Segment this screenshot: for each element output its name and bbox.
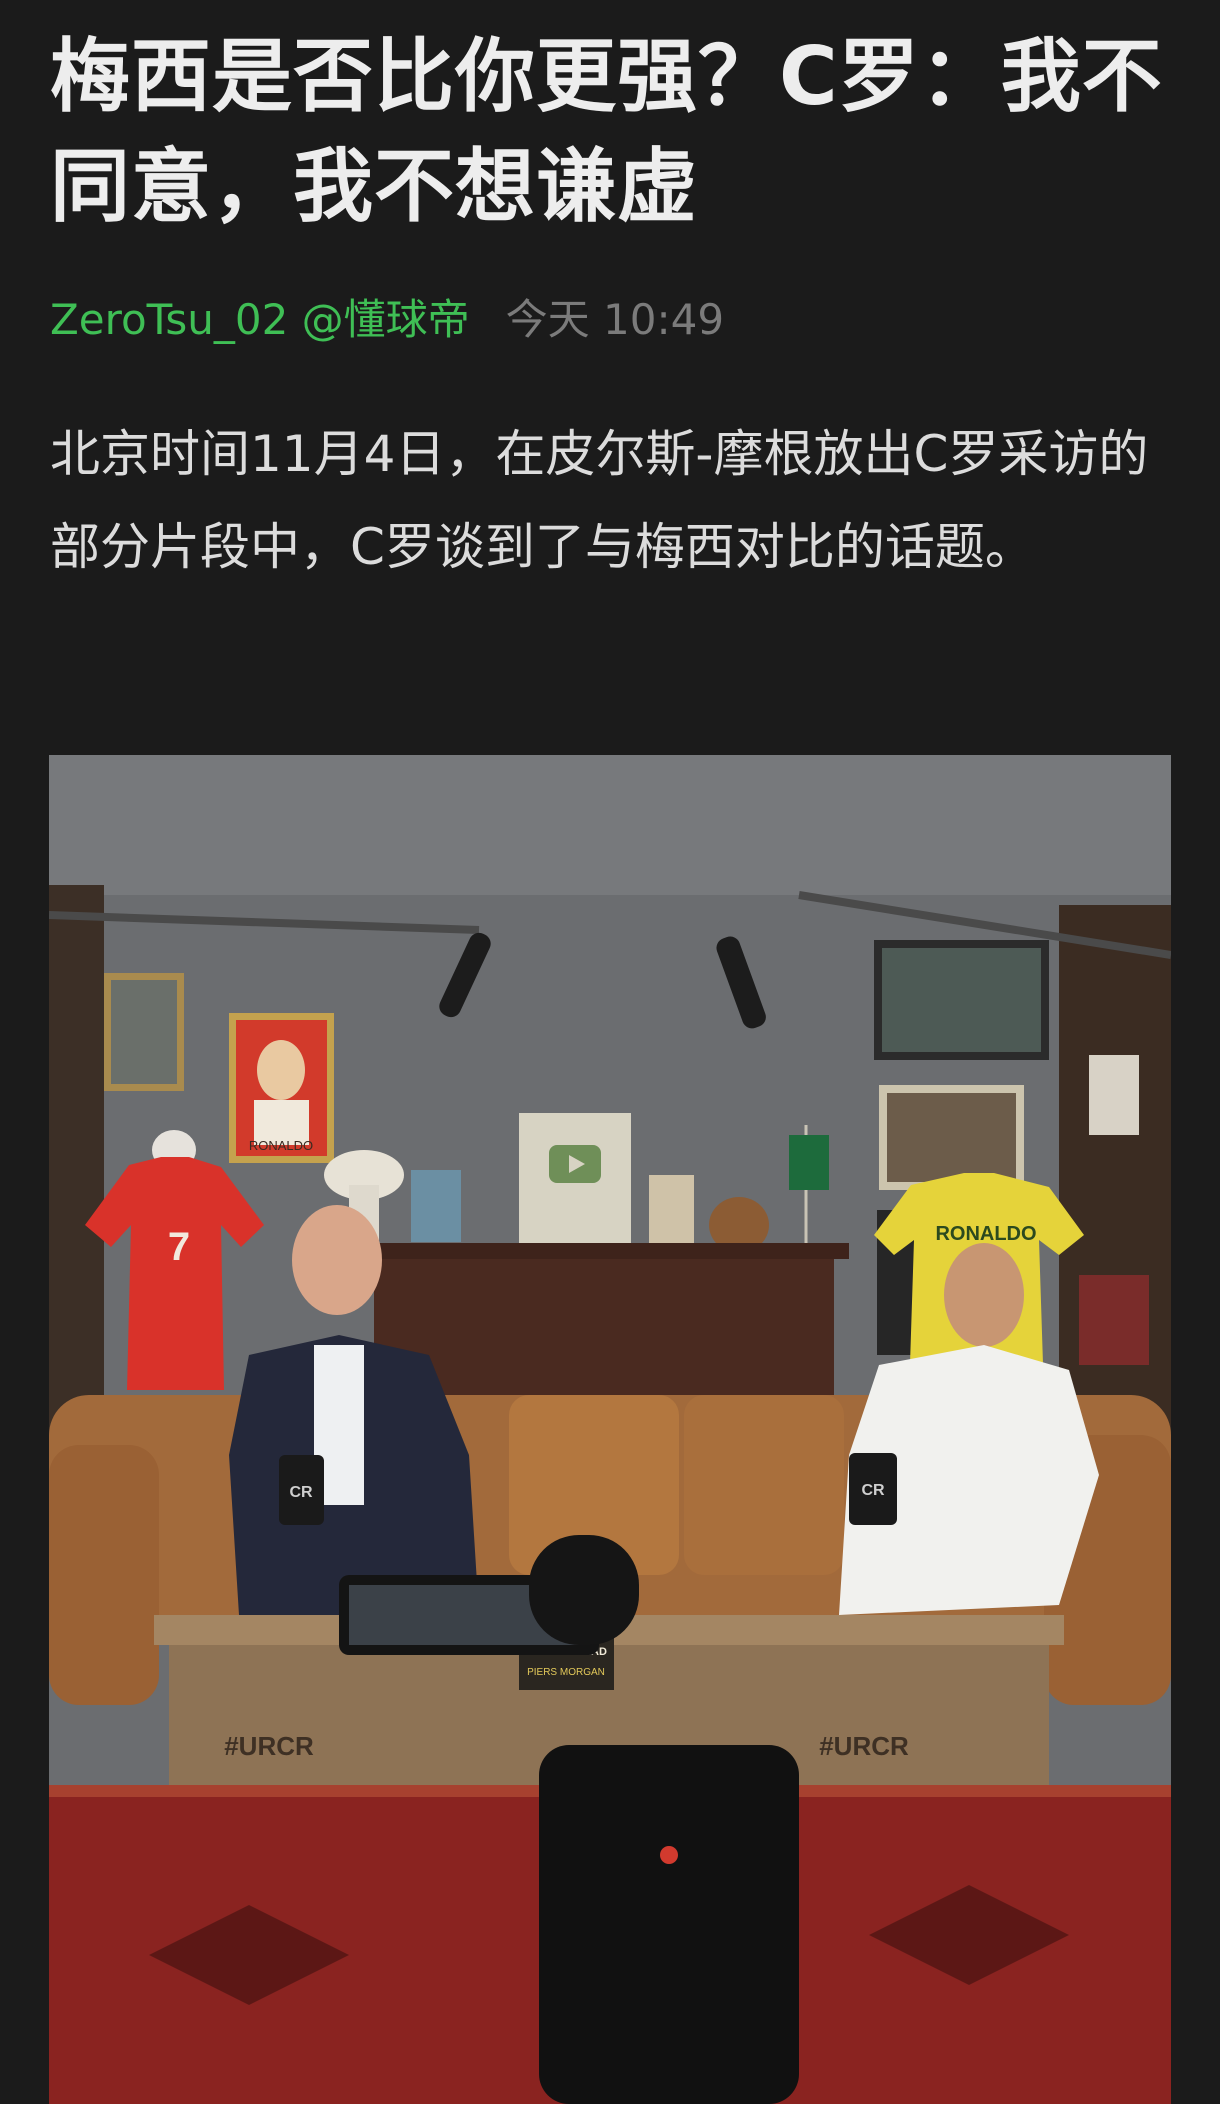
publish-time: 今天 10:49 bbox=[505, 294, 725, 344]
author-link[interactable]: ZeroTsu_02 @懂球帝 bbox=[50, 286, 470, 347]
red-jersey-number: 7 bbox=[168, 1225, 190, 1269]
mic-logo-left: CR bbox=[289, 1484, 313, 1501]
interview-scene: RONALDO RONALDO 7 #URCR #URCR PIERS MORG… bbox=[49, 755, 1171, 2104]
article-body: 北京时间11月4日，在皮尔斯-摩根放出C罗采访的部分片段中，C罗谈到了与梅西对比… bbox=[50, 425, 1149, 576]
ronaldo-head bbox=[944, 1243, 1024, 1347]
saudi-flag bbox=[789, 1135, 829, 1190]
yellow-jersey-label: RONALDO bbox=[935, 1223, 1036, 1245]
poster-label: RONALDO bbox=[249, 1138, 313, 1153]
book-author: PIERS MORGAN bbox=[527, 1667, 605, 1678]
video-camera bbox=[539, 1745, 799, 2104]
table-tag-right: #URCR bbox=[819, 1731, 909, 1761]
interviewer-head bbox=[292, 1205, 382, 1315]
article-meta: ZeroTsu_02 @懂球帝 今天 10:49 bbox=[50, 288, 724, 344]
table-tag-left: #URCR bbox=[224, 1731, 314, 1761]
article-title: 梅西是否比你更强？C罗：我不同意，我不想谦虚 bbox=[50, 30, 1163, 233]
article-view: 梅西是否比你更强？C罗：我不同意，我不想谦虚 ZeroTsu_02 @懂球帝 今… bbox=[0, 0, 1220, 2104]
article-photo[interactable]: RONALDO RONALDO 7 #URCR #URCR PIERS MORG… bbox=[49, 755, 1171, 2104]
mic-logo-right: CR bbox=[861, 1482, 885, 1499]
award-box bbox=[411, 1170, 461, 1242]
camera-handle bbox=[529, 1535, 639, 1645]
